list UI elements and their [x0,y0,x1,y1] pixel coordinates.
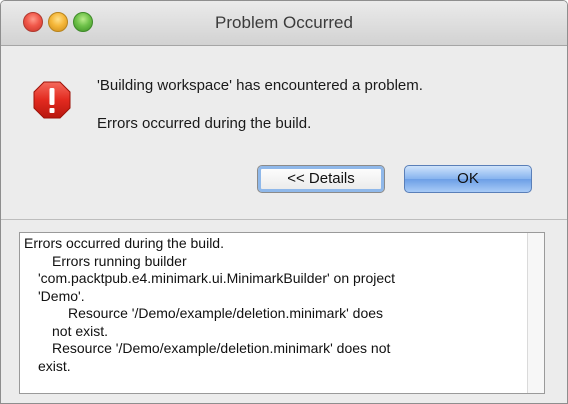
details-scrollbar[interactable] [527,233,544,393]
details-line: not exist. [52,322,109,339]
details-line: Errors running builder [52,252,187,269]
ok-button[interactable]: OK [404,165,532,193]
details-separator [1,219,567,220]
title-bar: Problem Occurred [1,1,567,46]
details-line: Resource '/Demo/example/deletion.minimar… [68,305,384,321]
ok-button-label: OK [457,170,479,187]
details-line: Resource '/Demo/example/deletion.minimar… [52,340,391,356]
details-text: Errors occurred during the build. Errors… [24,235,524,375]
error-message-primary: 'Building workspace' has encountered a p… [97,77,423,94]
details-line: 'Demo'. [38,287,85,304]
error-message-secondary: Errors occurred during the build. [97,115,312,132]
details-text-area[interactable]: Errors occurred during the build. Errors… [19,232,545,394]
dialog-window: Problem Occurred 'Building workspace' ha… [0,0,568,404]
details-button-label: << Details [287,170,355,187]
window-title: Problem Occurred [215,13,353,32]
details-line: 'com.packtpub.e4.minimark.ui.MinimarkBui… [38,270,396,286]
exclamation-alert-icon [33,81,71,119]
details-line: Errors occurred during the build. [24,235,224,251]
details-toggle-button[interactable]: << Details [257,165,385,193]
details-line: exist. [38,357,71,374]
